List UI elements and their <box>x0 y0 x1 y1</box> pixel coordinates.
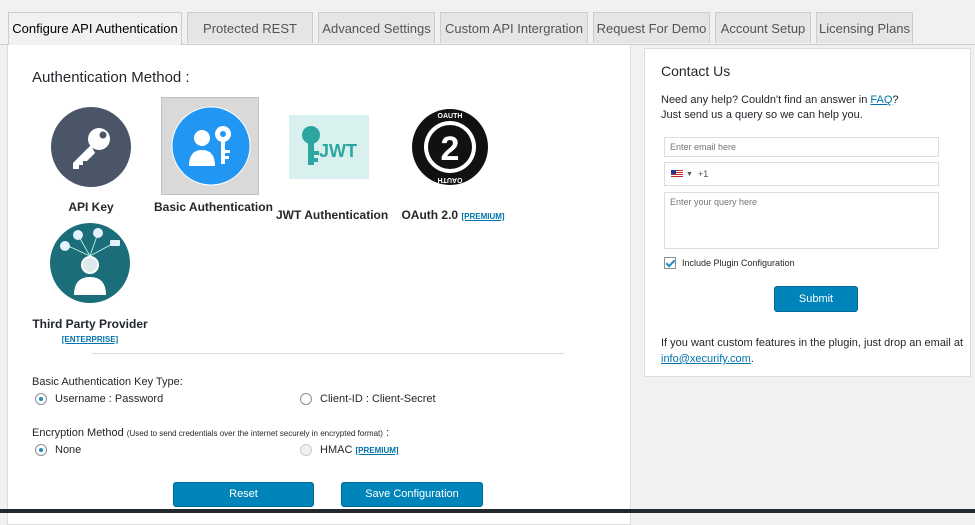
radio-encryption-none[interactable]: None <box>35 444 81 456</box>
radio-username-password[interactable]: Username : Password <box>35 393 163 405</box>
oauth-icon-digit: 2 <box>441 130 460 168</box>
us-flag-icon[interactable] <box>671 170 683 178</box>
oauth-ring-bottom: OAUTH <box>438 176 463 183</box>
jwt-icon: JWT <box>289 115 369 182</box>
faq-link[interactable]: FAQ <box>870 94 892 106</box>
tab-advanced-settings[interactable]: Advanced Settings <box>318 12 435 43</box>
help-text-3: Just send us a query so we can help you. <box>661 109 863 121</box>
radio-button[interactable] <box>35 444 47 456</box>
radio-button-disabled[interactable] <box>300 444 312 456</box>
radio-encryption-none-label: None <box>55 444 82 456</box>
premium-badge[interactable]: [PREMIUM] <box>461 212 504 221</box>
encryption-method-label: Encryption Method (Used to send credenti… <box>32 427 389 439</box>
method-third-party-label: Third Party Provider <box>32 317 148 331</box>
save-configuration-button[interactable]: Save Configuration <box>341 482 483 507</box>
help-text-2: ? <box>892 94 899 106</box>
key-icon <box>51 107 131 190</box>
tab-custom-api-integration[interactable]: Custom API Intergration <box>440 12 588 43</box>
tab-licensing-plans[interactable]: Licensing Plans <box>816 12 913 43</box>
chevron-down-icon[interactable]: ▼ <box>686 171 693 178</box>
radio-button[interactable] <box>300 393 312 405</box>
jwt-icon-text: JWT <box>319 141 357 161</box>
query-field[interactable] <box>664 192 939 249</box>
auth-config-panel: Authentication Method : API Key Basic Au… <box>7 45 631 525</box>
third-party-icon <box>50 223 130 306</box>
help-text-1: Need any help? Couldn't find an answer i… <box>661 94 871 106</box>
tab-request-for-demo[interactable]: Request For Demo <box>593 12 710 43</box>
submit-button[interactable]: Submit <box>774 286 858 312</box>
include-plugin-config[interactable]: Include Plugin Configuration <box>664 257 795 269</box>
radio-encryption-hmac[interactable]: HMAC [PREMIUM] <box>300 444 399 456</box>
reset-button[interactable]: Reset <box>173 482 314 507</box>
footer-end: . <box>750 353 754 365</box>
radio-username-password-label: Username : Password <box>55 393 164 405</box>
oauth-ring-top: OAUTH <box>438 113 463 120</box>
email-field[interactable] <box>664 137 939 157</box>
method-jwt-authentication-label: JWT Authentication <box>276 208 389 222</box>
encryption-title: Encryption Method <box>32 427 124 439</box>
method-jwt-authentication[interactable]: JWT JWT Authentication <box>276 105 388 222</box>
tab-account-setup[interactable]: Account Setup <box>715 12 811 43</box>
radio-client-id-secret-label: Client-ID : Client-Secret <box>320 393 436 405</box>
custom-features-text: If you want custom features in the plugi… <box>661 335 966 367</box>
method-oauth-name: OAuth 2.0 <box>401 208 459 222</box>
tab-bar: Configure API Authentication Protected R… <box>0 0 975 67</box>
encryption-suffix: : <box>382 427 390 439</box>
encryption-note: (Used to send credentials over the inter… <box>126 429 383 438</box>
contact-title: Contact Us <box>661 63 731 79</box>
premium-badge[interactable]: [PREMIUM] <box>355 446 398 455</box>
page-title: Authentication Method : <box>32 69 190 86</box>
tab-configure-api-authentication[interactable]: Configure API Authentication <box>8 12 182 45</box>
user-key-icon <box>171 106 251 189</box>
support-email-link[interactable]: info@xecurify.com <box>661 353 751 365</box>
contact-help-text: Need any help? Couldn't find an answer i… <box>661 93 961 123</box>
key-type-label: Basic Authentication Key Type: <box>32 376 183 388</box>
method-third-party-provider[interactable]: Third Party Provider [ENTERPRISE] <box>30 217 150 347</box>
radio-encryption-hmac-label: HMAC <box>320 444 353 456</box>
include-plugin-config-checkbox[interactable] <box>664 257 676 269</box>
footer-text: If you want custom features in the plugi… <box>661 337 964 349</box>
bottom-edge <box>0 509 975 513</box>
divider <box>92 353 564 354</box>
include-plugin-config-label: Include Plugin Configuration <box>682 258 795 268</box>
method-basic-authentication[interactable]: Basic Authentication <box>154 97 273 215</box>
method-api-key[interactable]: API Key <box>48 105 134 215</box>
method-oauth[interactable]: 2 OAUTH OAUTH OAuth 2.0 [PREMIUM] <box>393 105 513 222</box>
method-oauth-label: OAuth 2.0 [PREMIUM] <box>393 208 513 222</box>
oauth-icon: 2 OAUTH OAUTH <box>410 107 490 190</box>
phone-field[interactable]: ▼ +1 <box>664 162 939 186</box>
method-basic-authentication-label: Basic Authentication <box>154 200 273 214</box>
enterprise-badge[interactable]: [ENTERPRISE] <box>30 335 150 344</box>
radio-button[interactable] <box>35 393 47 405</box>
tab-protected-rest-apis[interactable]: Protected REST APIs <box>187 12 313 67</box>
radio-client-id-secret[interactable]: Client-ID : Client-Secret <box>300 393 436 405</box>
phone-country-code: +1 <box>697 169 709 179</box>
contact-panel: Contact Us Need any help? Couldn't find … <box>644 48 971 377</box>
method-api-key-label: API Key <box>68 200 114 214</box>
